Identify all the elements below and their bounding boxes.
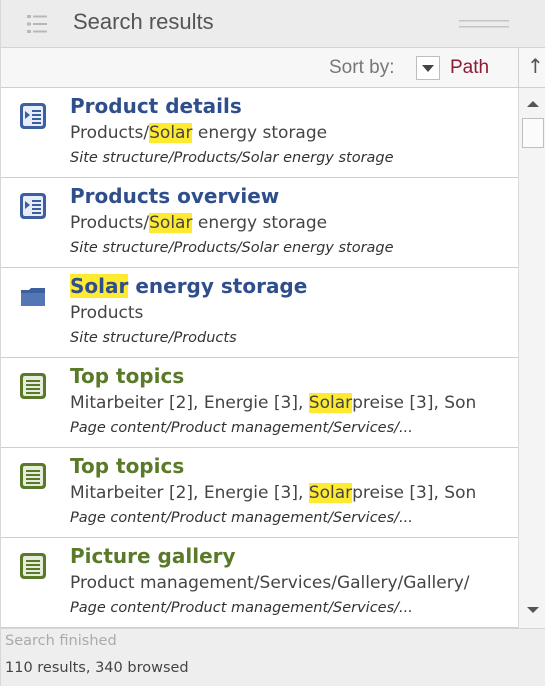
result-title[interactable]: Top topics	[70, 454, 184, 478]
sort-value[interactable]: Path	[450, 57, 489, 79]
result-location: Page content/Product management/Services…	[70, 600, 413, 616]
result-location: Site structure/Products/Solar energy sto…	[70, 150, 394, 166]
result-title[interactable]: Top topics	[70, 364, 184, 388]
sort-dropdown-button[interactable]	[416, 56, 440, 80]
status-footer: Search finished 110 results, 340 browsed	[1, 628, 545, 686]
search-highlight: Solar	[149, 213, 193, 233]
result-item[interactable]: Top topics Mitarbeiter [2], Energie [3],…	[1, 358, 518, 448]
sort-divider	[518, 48, 519, 88]
result-location: Site structure/Products	[70, 330, 237, 346]
results-scrollbar[interactable]	[518, 88, 545, 628]
scroll-up-arrow-icon[interactable]	[524, 96, 542, 112]
page-icon	[20, 103, 46, 129]
result-path: Mitarbeiter [2], Energie [3], Solarpreis…	[70, 393, 477, 413]
drag-handle-icon[interactable]	[459, 19, 509, 29]
result-path: Product management/Services/Gallery/Gall…	[70, 573, 470, 593]
page-icon	[20, 193, 46, 219]
sort-direction-arrow-icon[interactable]: ↑	[527, 54, 544, 78]
result-path: Mitarbeiter [2], Energie [3], Solarpreis…	[70, 483, 477, 503]
result-title[interactable]: Picture gallery	[70, 544, 236, 568]
result-item[interactable]: Top topics Mitarbeiter [2], Energie [3],…	[1, 448, 518, 538]
panel-header: Search results	[1, 0, 545, 48]
folder-icon	[21, 288, 45, 306]
result-item[interactable]: Solar energy storage Products Site struc…	[1, 268, 518, 358]
result-item[interactable]: Products overview Products/Solar energy …	[1, 178, 518, 268]
search-highlight: Solar	[149, 123, 193, 143]
search-highlight: Solar	[308, 483, 353, 503]
result-item[interactable]: Product details Products/Solar energy st…	[1, 88, 518, 178]
result-title[interactable]: Products overview	[70, 184, 279, 208]
content-icon	[20, 463, 46, 489]
result-location: Site structure/Products/Solar energy sto…	[70, 240, 394, 256]
scrollbar-thumb[interactable]	[522, 118, 544, 148]
search-highlight: Solar	[308, 393, 353, 413]
content-icon	[20, 553, 46, 579]
result-path: Products/Solar energy storage	[70, 213, 328, 233]
result-item[interactable]: Picture gallery Product management/Servi…	[1, 538, 518, 628]
scroll-down-arrow-icon[interactable]	[524, 602, 542, 618]
search-status: Search finished	[5, 633, 117, 649]
result-location: Page content/Product management/Services…	[70, 510, 413, 526]
search-results-panel: Search results Sort by: Path ↑ Product d…	[0, 0, 545, 686]
result-path: Products	[70, 303, 144, 323]
sort-bar: Sort by: Path ↑	[1, 48, 545, 88]
result-title[interactable]: Solar energy storage	[70, 274, 307, 298]
chevron-down-icon	[422, 65, 434, 72]
content-icon	[20, 373, 46, 399]
result-title[interactable]: Product details	[70, 94, 242, 118]
list-icon[interactable]	[25, 12, 49, 36]
result-path: Products/Solar energy storage	[70, 123, 328, 143]
sort-label: Sort by:	[329, 57, 395, 78]
result-location: Page content/Product management/Services…	[70, 420, 413, 436]
results-list: Product details Products/Solar energy st…	[1, 88, 518, 628]
search-highlight: Solar	[70, 274, 129, 298]
panel-title: Search results	[73, 9, 214, 34]
results-count: 110 results, 340 browsed	[5, 660, 189, 676]
